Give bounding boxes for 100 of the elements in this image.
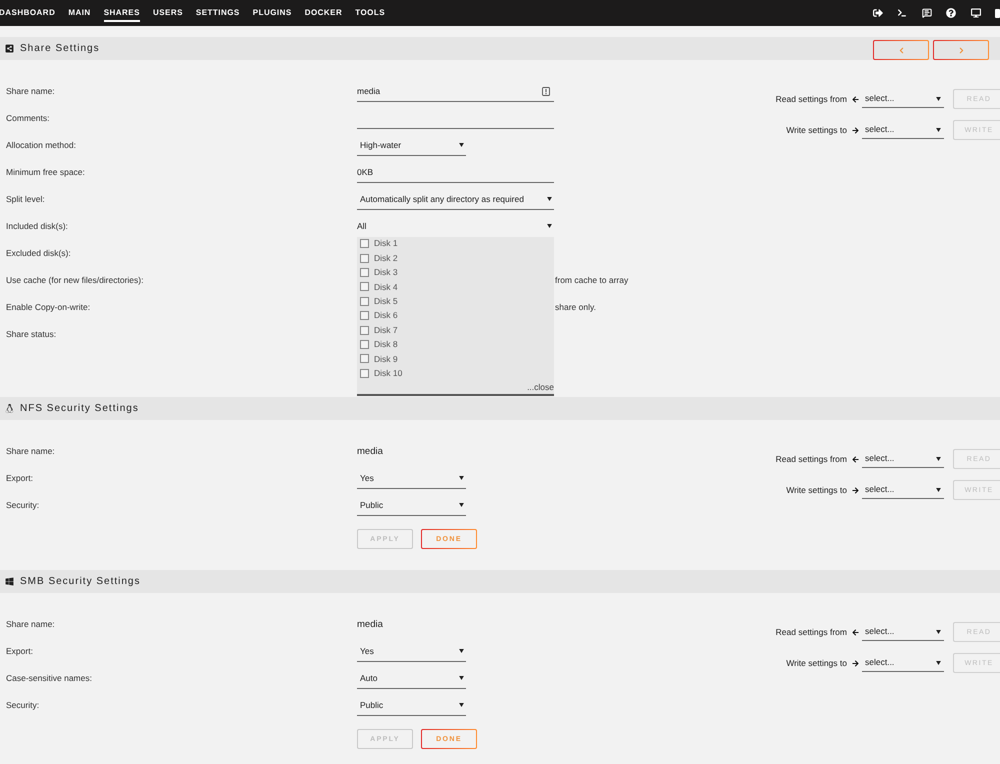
field-note: from cache to array <box>555 276 628 285</box>
logout-icon[interactable] <box>872 8 882 18</box>
field-label: Use cache (for new files/directories): <box>6 276 144 285</box>
penguin-icon <box>5 404 14 413</box>
checkbox[interactable] <box>360 340 369 349</box>
checkbox[interactable] <box>360 326 369 335</box>
caret-down-icon <box>459 503 464 507</box>
caret-down-icon <box>936 630 941 634</box>
nav-tab[interactable]: MAIN <box>68 4 91 22</box>
field-label: Security: <box>6 701 40 710</box>
field-label: Split level: <box>6 195 45 204</box>
field-label: Included disk(s): <box>6 222 68 231</box>
select-field[interactable]: Public <box>357 696 466 716</box>
option-label[interactable]: Disk 5 <box>374 297 398 306</box>
checkbox[interactable] <box>360 368 369 378</box>
transfer-label: Write settings to <box>786 126 847 134</box>
caret-down-icon <box>936 128 941 132</box>
nav-tab[interactable]: SHARES <box>104 4 140 22</box>
field-label: Share name: <box>6 447 55 456</box>
field-label: Share status: <box>6 330 56 339</box>
caret-down-icon <box>547 197 552 201</box>
transfer-label: Read settings from <box>776 94 847 104</box>
monitor-icon[interactable] <box>970 8 980 18</box>
share-icon <box>5 44 14 53</box>
arrow-right-icon <box>852 660 859 666</box>
exclamation-box-icon[interactable] <box>542 86 550 96</box>
select-field[interactable]: Yes <box>357 468 466 488</box>
caret-down-icon <box>936 488 941 492</box>
square-icon[interactable] <box>995 8 1000 18</box>
checkbox[interactable] <box>360 239 369 248</box>
checkbox[interactable] <box>360 296 369 306</box>
select-field[interactable]: Auto <box>357 668 466 688</box>
field-label: Case-sensitive names: <box>6 674 92 683</box>
field-value: media <box>357 620 383 630</box>
previous-button[interactable] <box>873 40 929 60</box>
field-label: Comments: <box>6 114 50 123</box>
transfer-label: Read settings from <box>776 628 847 636</box>
transfer-label: Read settings from <box>776 454 847 464</box>
transfer-label: Write settings to <box>786 486 847 494</box>
field-label: Excluded disk(s): <box>6 249 71 258</box>
nav-tab[interactable]: PLUGINS <box>252 4 292 22</box>
caret-down-icon <box>936 96 941 100</box>
nav-tab[interactable]: SETTINGS <box>196 4 240 22</box>
multi-select-field[interactable]: All <box>357 216 554 236</box>
arrow-left-icon <box>852 96 859 102</box>
caret-down-icon <box>547 224 552 228</box>
caret-down-icon <box>459 649 464 653</box>
text-field[interactable]: 0KB <box>357 162 554 182</box>
option-label[interactable]: Disk 8 <box>374 340 398 349</box>
select-field[interactable]: Automatically split any directory as required <box>357 190 554 210</box>
option-label[interactable]: Disk 4 <box>374 282 398 292</box>
field-label: Allocation method: <box>6 141 76 150</box>
close-link[interactable]: ...close <box>527 383 554 392</box>
terminal-icon[interactable] <box>897 8 907 18</box>
section-title: SMB Security Settings <box>20 576 140 586</box>
field-label: Export: <box>6 647 33 656</box>
caret-down-icon <box>459 703 464 707</box>
help-icon[interactable] <box>946 8 956 18</box>
caret-down-icon <box>459 676 464 680</box>
arrow-left-icon <box>852 456 859 462</box>
transfer-label: Write settings to <box>786 658 847 668</box>
window-panes-icon <box>5 577 14 586</box>
checkbox[interactable] <box>360 254 369 263</box>
select-field[interactable]: Public <box>357 496 466 516</box>
field-value: media <box>357 446 383 456</box>
next-button[interactable] <box>933 40 989 60</box>
message-icon[interactable] <box>922 8 932 18</box>
option-label[interactable]: Disk 3 <box>374 268 398 277</box>
field-label: Enable Copy-on-write: <box>6 303 90 312</box>
field-label: Share name: <box>6 620 55 629</box>
arrow-right-icon <box>852 126 859 134</box>
option-label[interactable]: Disk 1 <box>374 239 398 248</box>
checkbox[interactable] <box>360 354 369 364</box>
select-field[interactable]: High-water <box>357 136 466 156</box>
field-label: Export: <box>6 474 33 483</box>
option-label[interactable]: Disk 9 <box>374 354 398 364</box>
checkbox[interactable] <box>360 311 369 320</box>
field-label: Minimum free space: <box>6 168 85 177</box>
select-field[interactable]: Yes <box>357 642 466 662</box>
option-label[interactable]: Disk 6 <box>374 311 398 320</box>
caret-down-icon <box>936 456 941 460</box>
field-note: share only. <box>555 303 596 312</box>
section-title: NFS Security Settings <box>20 404 139 414</box>
arrow-left-icon <box>852 628 859 636</box>
text-field[interactable]: media <box>357 82 554 102</box>
arrow-right-icon <box>852 486 859 494</box>
nav-tab[interactable]: DOCKER <box>304 4 342 22</box>
section-title: Share Settings <box>20 44 100 54</box>
checkbox[interactable] <box>360 268 369 277</box>
checkbox[interactable] <box>360 282 369 292</box>
caret-down-icon <box>459 143 464 147</box>
field-label: Share name: <box>6 87 55 96</box>
option-label[interactable]: Disk 2 <box>374 254 398 262</box>
option-label[interactable]: Disk 7 <box>374 326 398 334</box>
field-label: Security: <box>6 501 40 510</box>
caret-down-icon <box>459 476 464 480</box>
nav-tab[interactable]: USERS <box>152 4 183 22</box>
option-label[interactable]: Disk 10 <box>374 368 402 378</box>
caret-down-icon <box>936 660 941 664</box>
nav-tab[interactable]: TOOLS <box>355 4 386 22</box>
